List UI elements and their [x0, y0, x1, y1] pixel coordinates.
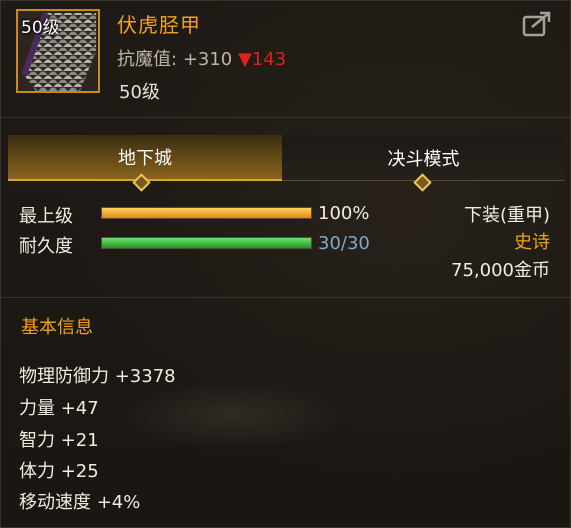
mode-tabs: 地下城 决斗模式 — [8, 135, 565, 181]
stats-divider — [1, 297, 570, 298]
resist-row: 抗魔值: +310 ▼143 — [117, 45, 286, 71]
basic-info-title: 基本信息 — [21, 317, 93, 338]
tab-dungeon[interactable]: 地下城 — [8, 135, 282, 181]
share-icon[interactable] — [522, 11, 552, 37]
durability-bar-fill — [102, 238, 311, 248]
upgrade-bar — [101, 207, 312, 219]
upgrade-label: 最上级 — [19, 206, 73, 227]
upgrade-value: 100% — [318, 203, 370, 224]
equipment-slot: 下装(重甲) — [463, 205, 550, 226]
durability-label: 耐久度 — [19, 236, 73, 257]
share-icon-graphic — [522, 11, 551, 37]
tab-duel-mode-label: 决斗模式 — [387, 148, 460, 170]
resist-label: 抗魔值: — [117, 49, 178, 70]
attribute-row: 力量 +47 — [19, 398, 99, 419]
item-name: 伏虎胫甲 — [117, 13, 201, 37]
upgrade-bar-fill — [102, 208, 311, 218]
attribute-row: 体力 +25 — [19, 461, 99, 482]
attribute-row: 智力 +21 — [19, 430, 99, 451]
attribute-row: 物理防御力 +3378 — [19, 366, 176, 387]
durability-value: 30/30 — [318, 233, 370, 254]
required-level: 50级 — [119, 82, 160, 103]
item-tooltip-panel: 50级 伏虎胫甲 抗魔值: +310 ▼143 50级 地下城 决斗模式 最上级… — [0, 0, 571, 528]
header-divider — [1, 117, 570, 118]
durability-bar — [101, 237, 312, 249]
price-label: 75,000金币 — [451, 260, 550, 281]
resist-diff: ▼143 — [238, 49, 287, 70]
attribute-row: 移动速度 +4% — [19, 492, 141, 513]
resist-value: +310 — [182, 49, 233, 70]
item-level-badge: 50级 — [21, 18, 60, 38]
rarity-label: 史诗 — [514, 232, 550, 253]
tab-dungeon-label: 地下城 — [118, 148, 172, 169]
background-watermark — [111, 381, 351, 451]
leg-armor-icon[interactable]: 50级 — [16, 9, 100, 93]
